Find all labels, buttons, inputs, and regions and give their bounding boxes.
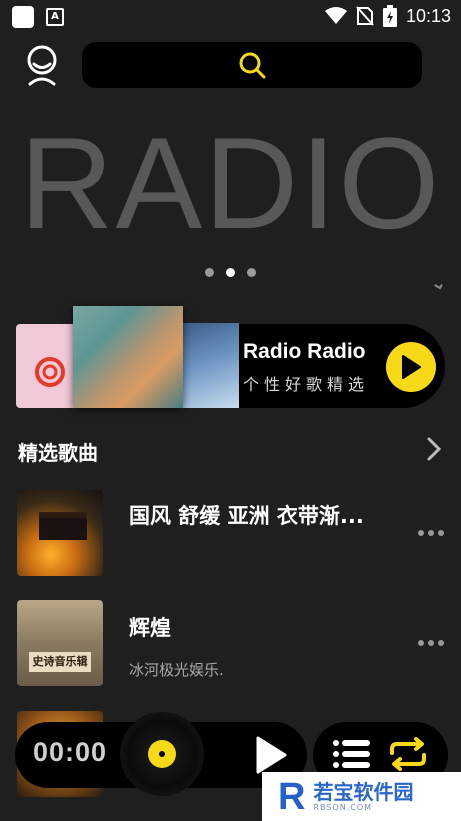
song-cover[interactable] xyxy=(17,490,103,576)
status-bar: A 10:13 xyxy=(0,0,461,34)
repeat-button[interactable] xyxy=(386,737,430,771)
search-icon xyxy=(239,52,266,79)
radio-subtitle: 个性好歌精选 xyxy=(243,375,370,394)
cover-label: 史诗音乐辑 xyxy=(29,652,91,672)
play-icon xyxy=(256,736,287,774)
song-more-button[interactable] xyxy=(418,530,444,536)
song-title[interactable]: 辉煌 xyxy=(129,612,171,642)
player-play-button[interactable] xyxy=(254,735,288,775)
watermark-sub: RBSON.COM xyxy=(313,803,373,812)
notification-square-icon xyxy=(12,6,34,28)
radio-cover-blue xyxy=(180,323,239,408)
playlist-button[interactable] xyxy=(332,738,372,770)
song-title[interactable]: 国风 舒缓 亚洲 衣带渐... xyxy=(129,500,364,530)
pager-dot[interactable] xyxy=(205,268,214,277)
no-sim-icon xyxy=(356,6,374,26)
player-time: 00:00 xyxy=(33,737,108,767)
vinyl-label xyxy=(148,740,176,768)
search-bar[interactable] xyxy=(82,42,422,88)
song-more-button[interactable] xyxy=(418,640,444,646)
watermark-logo: R xyxy=(278,775,306,818)
song-artist: 冰河极光娱乐. xyxy=(129,661,224,679)
battery-charging-icon xyxy=(382,5,397,27)
pager-dot[interactable] xyxy=(247,268,256,277)
repeat-icon xyxy=(390,737,426,771)
profile-button[interactable] xyxy=(22,44,62,86)
app-badge-icon: A xyxy=(46,8,64,26)
radio-title: Radio Radio xyxy=(243,340,366,363)
section-title: 精选歌曲 xyxy=(18,441,98,465)
banner-pager[interactable] xyxy=(0,268,461,277)
vinyl-disc[interactable] xyxy=(122,714,202,794)
radio-cover-candy xyxy=(16,324,76,408)
cover-house-shape xyxy=(39,512,87,540)
pager-dot-active[interactable] xyxy=(226,268,235,277)
radio-cover-main xyxy=(73,306,183,408)
song-cover[interactable]: 史诗音乐辑 xyxy=(17,600,103,686)
playlist-icon xyxy=(333,740,370,768)
play-icon xyxy=(402,355,421,379)
watermark-text: 若宝软件园 xyxy=(313,780,414,804)
wifi-icon xyxy=(324,7,347,24)
corner-mark xyxy=(434,281,443,290)
radio-play-button[interactable] xyxy=(386,342,436,392)
profile-icon xyxy=(27,45,57,86)
lollipop-icon xyxy=(35,357,65,387)
clock: 10:13 xyxy=(405,5,451,26)
banner-title: RADIO xyxy=(19,110,442,256)
watermark: R 若宝软件园 RBSON.COM xyxy=(262,772,461,821)
chevron-right-icon xyxy=(427,437,442,461)
section-more-button[interactable] xyxy=(424,436,444,462)
